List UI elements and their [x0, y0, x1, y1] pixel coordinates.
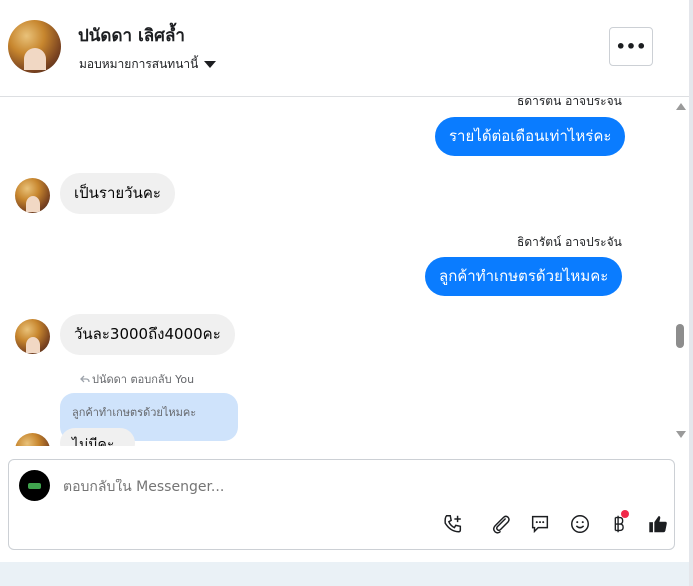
incoming-message[interactable]: ไม่มีคะ	[60, 428, 135, 446]
more-options-button[interactable]: •••	[609, 27, 653, 66]
like-icon[interactable]	[646, 512, 670, 536]
scroll-up-icon[interactable]	[676, 103, 686, 110]
attachment-icon[interactable]	[489, 512, 513, 536]
sender-label: ธิดารัตน์ อาจประจัน	[517, 98, 622, 108]
quick-reply-icon[interactable]	[528, 512, 552, 536]
sender-label: ธิดารัตน์ อาจประจัน	[517, 235, 622, 249]
avatar[interactable]	[8, 20, 61, 73]
baht-icon[interactable]	[607, 510, 631, 536]
avatar[interactable]	[15, 319, 50, 354]
message-list: ธิดารัตน์ อาจประจัน รายได้ต่อเดือนเท่าไห…	[0, 98, 670, 446]
call-add-icon[interactable]	[441, 512, 465, 536]
assign-conversation-label: มอบหมายการสนทนานี้	[79, 57, 199, 71]
notification-dot	[621, 510, 629, 518]
composer	[8, 459, 675, 550]
outgoing-message[interactable]: รายได้ต่อเดือนเท่าไหร่คะ	[435, 117, 626, 156]
incoming-message[interactable]: เป็นรายวันคะ	[60, 173, 175, 214]
conversation-header: ปนัดดา เลิศล้ำ มอบหมายการสนทนานี้ •••	[0, 0, 689, 97]
avatar[interactable]	[15, 433, 50, 446]
incoming-message[interactable]: วันละ3000ถึง4000คะ	[60, 314, 235, 355]
more-icon: •••	[615, 37, 647, 56]
scroll-thumb[interactable]	[676, 324, 684, 348]
emoji-icon[interactable]	[568, 512, 592, 536]
caret-down-icon	[204, 61, 217, 68]
message-scrollbar[interactable]	[673, 98, 687, 446]
assign-conversation[interactable]: มอบหมายการสนทนานี้	[79, 55, 217, 74]
reply-input[interactable]	[63, 479, 623, 495]
scroll-down-icon[interactable]	[676, 431, 686, 438]
reply-arrow-icon	[80, 375, 90, 383]
reply-meta-text: ปนัดดา ตอบกลับ You	[92, 373, 195, 386]
window-edge	[689, 0, 693, 586]
avatar[interactable]	[15, 178, 50, 213]
chat-panel: ปนัดดา เลิศล้ำ มอบหมายการสนทนานี้ ••• ธิ…	[0, 0, 689, 562]
contact-name[interactable]: ปนัดดา เลิศล้ำ	[78, 22, 185, 49]
page-avatar	[19, 470, 50, 501]
outgoing-message[interactable]: ลูกค้าทำเกษตรด้วยไหมคะ	[425, 257, 623, 296]
reply-meta: ปนัดดา ตอบกลับ You	[80, 370, 194, 388]
page-background	[0, 562, 689, 586]
